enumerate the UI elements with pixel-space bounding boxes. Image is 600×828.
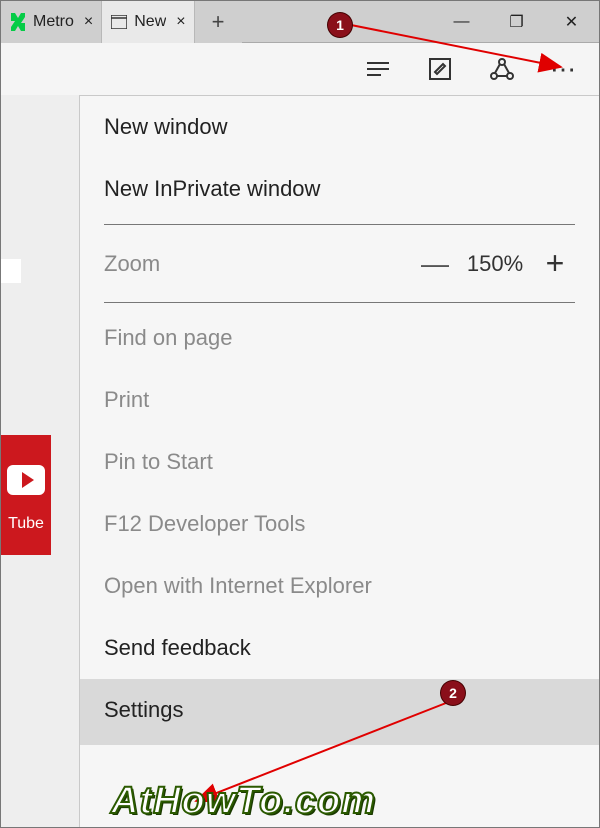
menu-new-inprivate[interactable]: New InPrivate window: [80, 158, 599, 220]
menu-separator: [104, 302, 575, 303]
tab-close-icon[interactable]: ×: [176, 13, 185, 31]
title-bar: Metro × New × + — ❐ ✕: [1, 1, 599, 43]
maximize-icon: ❐: [509, 12, 523, 32]
reading-view-icon: [365, 59, 391, 79]
more-icon: ⋯: [550, 54, 578, 85]
web-note-icon: [428, 57, 452, 81]
zoom-in-button[interactable]: +: [535, 245, 575, 282]
menu-zoom-row: Zoom — 150% +: [80, 229, 599, 298]
menu-settings[interactable]: Settings: [80, 679, 599, 745]
menu-open-ie[interactable]: Open with Internet Explorer: [80, 555, 599, 617]
share-button[interactable]: [487, 54, 517, 84]
youtube-tile-label: Tube: [8, 515, 44, 533]
more-actions-button[interactable]: ⋯: [549, 54, 579, 84]
menu-new-window[interactable]: New window: [80, 96, 599, 158]
youtube-icon: [7, 465, 45, 495]
window-controls: — ❐ ✕: [434, 1, 599, 42]
web-note-button[interactable]: [425, 54, 455, 84]
zoom-value: 150%: [455, 251, 535, 277]
annotation-callout-2: 2: [441, 681, 465, 705]
tab-metro[interactable]: Metro ×: [1, 1, 101, 43]
share-icon: [489, 56, 515, 82]
minimize-icon: —: [454, 13, 470, 31]
tab-label: Metro: [33, 13, 74, 31]
background-tile-strip: [1, 259, 21, 283]
tab-close-icon[interactable]: ×: [84, 13, 93, 31]
plus-icon: +: [212, 9, 225, 35]
youtube-tile[interactable]: Tube: [1, 435, 51, 555]
menu-print[interactable]: Print: [80, 369, 599, 431]
close-window-button[interactable]: ✕: [544, 1, 599, 42]
toolbar: ⋯: [1, 43, 599, 95]
tab-new[interactable]: New ×: [101, 1, 193, 43]
menu-devtools[interactable]: F12 Developer Tools: [80, 493, 599, 555]
menu-separator: [104, 224, 575, 225]
menu-send-feedback[interactable]: Send feedback: [80, 617, 599, 679]
watermark-text: AtHowTo.com: [111, 780, 376, 823]
new-tab-button[interactable]: +: [194, 1, 242, 43]
minimize-button[interactable]: —: [434, 1, 489, 42]
close-icon: ✕: [565, 12, 578, 32]
zoom-label: Zoom: [104, 251, 160, 277]
annotation-callout-1: 1: [328, 13, 352, 37]
menu-find-on-page[interactable]: Find on page: [80, 307, 599, 369]
deviantart-icon: [9, 13, 27, 31]
more-actions-menu: New window New InPrivate window Zoom — 1…: [79, 95, 599, 827]
tab-label: New: [134, 13, 166, 31]
menu-pin-to-start[interactable]: Pin to Start: [80, 431, 599, 493]
page-icon: [110, 13, 128, 31]
zoom-out-button[interactable]: —: [415, 248, 455, 280]
reading-view-button[interactable]: [363, 54, 393, 84]
maximize-button[interactable]: ❐: [489, 1, 544, 42]
